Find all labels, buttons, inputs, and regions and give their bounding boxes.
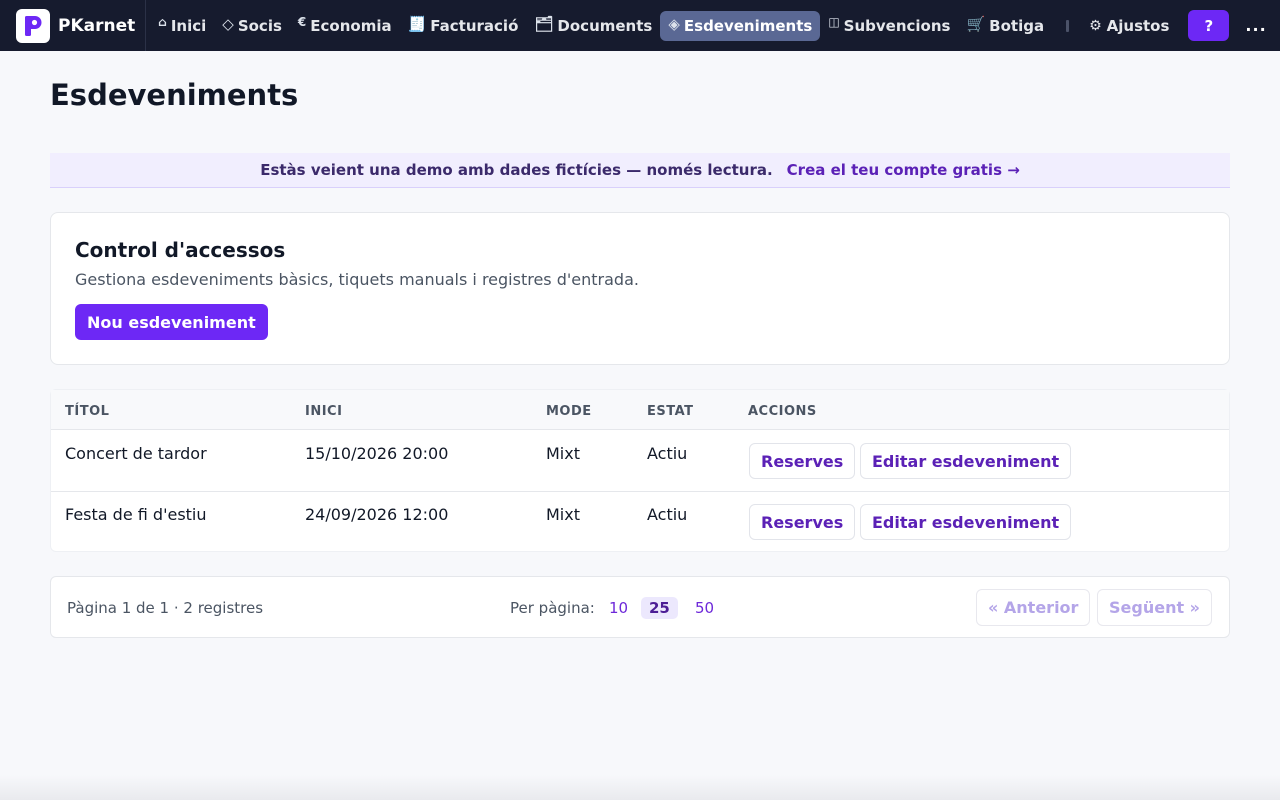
cell-mode: Mixt [546, 444, 580, 463]
next-page-button[interactable]: Següent » [1097, 589, 1213, 626]
nav-item-inici[interactable]: ⌂ Inici [150, 11, 214, 41]
cell-start: 15/10/2026 20:00 [305, 444, 449, 463]
nav-item-label: Socis [237, 16, 282, 35]
table-row: Concert de tardor 15/10/2026 20:00 Mixt … [51, 431, 1229, 492]
pagination-bar: Pàgina 1 de 1 · 2 registres Per pàgina: … [50, 576, 1230, 638]
nav-item-botiga[interactable]: 🛒 Botiga [958, 11, 1052, 41]
bookings-button[interactable]: Reserves [749, 504, 856, 540]
euro-icon: € [297, 14, 307, 29]
settings-link[interactable]: ⚙ Ajustos [1081, 11, 1177, 41]
logo-p-icon [25, 15, 42, 36]
page-title: Esdeveniments [50, 78, 299, 112]
column-header-start: INICI [305, 404, 343, 419]
table-header: TÍTOL INICI MODE ESTAT ACCIONS [51, 390, 1229, 430]
previous-page-button[interactable]: « Anterior [976, 589, 1091, 626]
nav-item-label: Botiga [989, 16, 1045, 35]
column-header-mode: MODE [546, 404, 592, 419]
app-logo [16, 8, 50, 43]
nav-item-documents[interactable]: 🗂 Documents [526, 11, 660, 41]
edit-event-button[interactable]: Editar esdeveniment [860, 443, 1072, 479]
nav-item-subvencions[interactable]: ◫ Subvencions [820, 11, 958, 41]
nav-item-label: Inici [170, 16, 207, 35]
card-title: Control d'accessos [75, 238, 286, 262]
nav-item-label: Esdeveniments [683, 16, 813, 35]
cell-title: Concert de tardor [65, 444, 207, 463]
footer-shadow [0, 775, 1280, 800]
home-icon: ⌂ [158, 14, 167, 29]
nav-item-label: Facturació [430, 16, 519, 35]
folder-icon: 🗂 [534, 14, 554, 33]
cell-title: Festa de fi d'estiu [65, 505, 207, 524]
demo-banner-text: Estàs veient una demo amb dades fictície… [260, 161, 773, 179]
diamond-icon: ◇ [222, 14, 234, 33]
nav-item-esdeveniments[interactable]: ◈ Esdeveniments [660, 10, 821, 41]
column-header-actions: ACCIONS [748, 404, 817, 419]
nav-divider [1066, 19, 1070, 32]
per-page-option-50[interactable]: 50 [687, 597, 722, 619]
pagination-info: Pàgina 1 de 1 · 2 registres [67, 599, 264, 617]
events-diamond-icon: ◈ [668, 14, 680, 33]
help-button[interactable]: ? [1188, 10, 1230, 41]
top-navbar: PKarnet ⌂ Inici ◇ Socis € Economia 🧾 Fac… [0, 0, 1280, 51]
nav-item-socis[interactable]: ◇ Socis [214, 11, 290, 41]
nav-item-facturacio[interactable]: 🧾 Facturació [400, 11, 527, 41]
cell-start: 24/09/2026 12:00 [305, 505, 449, 524]
per-page-option-25[interactable]: 25 [641, 597, 678, 619]
nav-item-label: Subvencions [843, 16, 951, 35]
nav-item-label: Economia [310, 16, 392, 35]
per-page-option-10[interactable]: 10 [601, 597, 636, 619]
columns-icon: ◫ [828, 14, 840, 29]
table-row: Festa de fi d'estiu 24/09/2026 12:00 Mix… [51, 492, 1229, 553]
events-table: TÍTOL INICI MODE ESTAT ACCIONS Concert d… [50, 389, 1230, 552]
new-event-button[interactable]: Nou esdeveniment [75, 304, 268, 340]
edit-event-button[interactable]: Editar esdeveniment [860, 504, 1072, 540]
main-nav: ⌂ Inici ◇ Socis € Economia 🧾 Facturació … [150, 10, 1052, 41]
create-account-link[interactable]: Crea el teu compte gratis → [787, 161, 1020, 179]
settings-label: Ajustos [1106, 16, 1170, 35]
column-header-status: ESTAT [647, 404, 694, 419]
access-control-card: Control d'accessos Gestiona esdeveniment… [50, 212, 1230, 365]
card-subtitle: Gestiona esdeveniments bàsics, tiquets m… [75, 270, 639, 289]
gear-icon: ⚙ [1089, 17, 1102, 34]
cart-icon: 🛒 [966, 14, 986, 33]
nav-item-label: Documents [557, 16, 653, 35]
demo-banner: Estàs veient una demo amb dades fictície… [50, 153, 1230, 188]
per-page-label: Per pàgina: [510, 599, 595, 617]
cell-status: Actiu [647, 505, 688, 524]
column-header-title: TÍTOL [65, 404, 110, 419]
cell-mode: Mixt [546, 505, 580, 524]
brand[interactable]: PKarnet [16, 0, 147, 51]
brand-name: PKarnet [58, 15, 136, 36]
bookings-button[interactable]: Reserves [749, 443, 856, 479]
receipt-icon: 🧾 [407, 14, 427, 33]
more-menu-button[interactable]: ... [1245, 16, 1266, 35]
cell-status: Actiu [647, 444, 688, 463]
nav-item-economia[interactable]: € Economia [290, 11, 400, 41]
